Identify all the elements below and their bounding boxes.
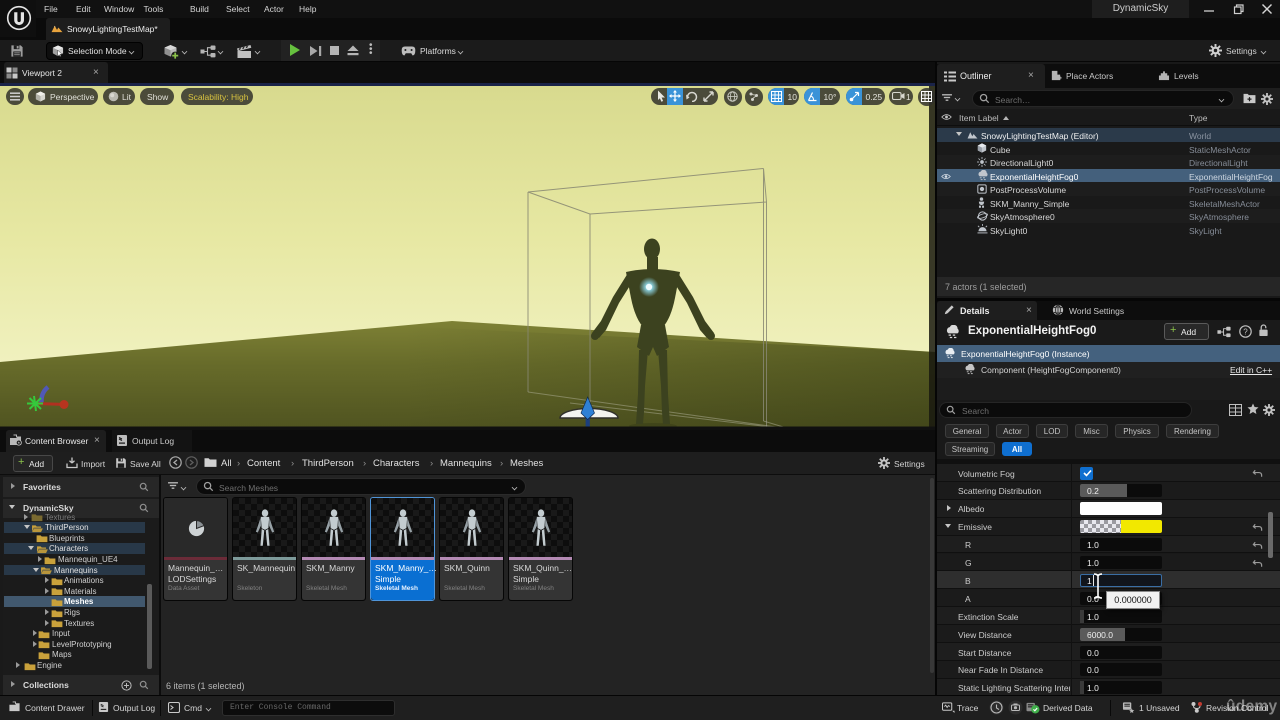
svg-text:?: ? — [1243, 328, 1248, 337]
